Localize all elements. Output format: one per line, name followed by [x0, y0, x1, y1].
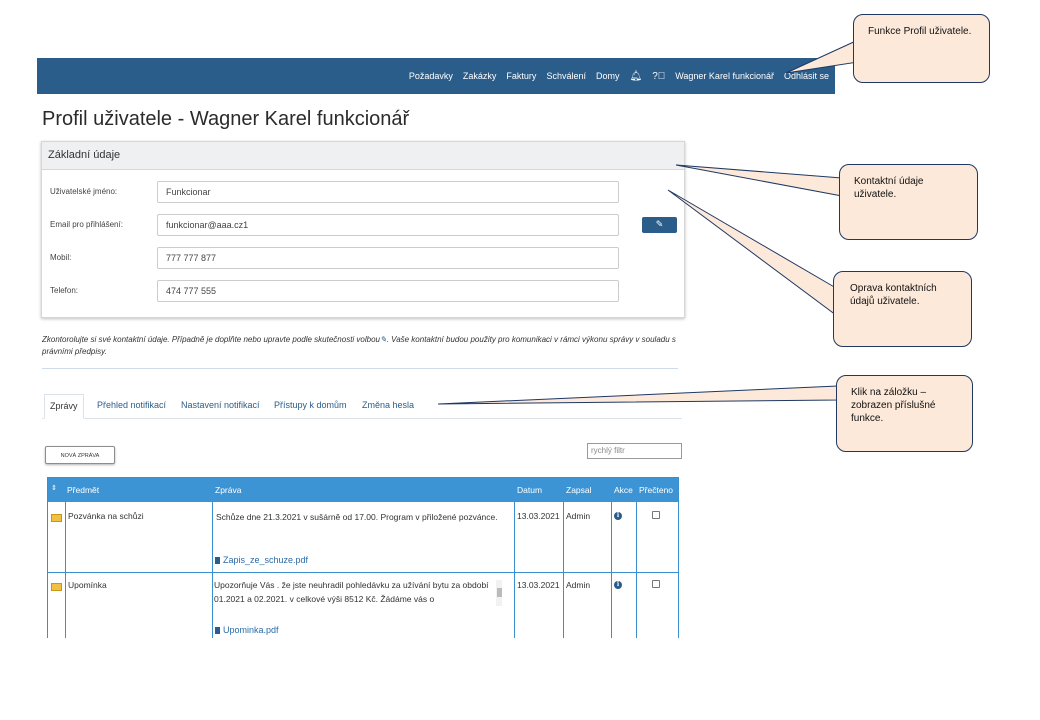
row-message: Schůze dne 21.3.2021 v sušárně od 17.00.…	[216, 512, 498, 522]
scrollbar-thumb[interactable]	[497, 588, 502, 597]
tab-zmena-hesla[interactable]: Změna hesla	[362, 394, 414, 417]
tab-nastaveni-notifikaci[interactable]: Nastavení notifikací	[181, 394, 260, 417]
attachment-link[interactable]: Zapis_ze_schuze.pdf	[215, 555, 308, 565]
info-icon[interactable]: i	[614, 581, 622, 589]
panel-header: Základní údaje	[42, 142, 684, 170]
edit-contact-button[interactable]: ✎	[642, 217, 677, 233]
column-header-message[interactable]: Zpráva	[215, 485, 241, 495]
callout-profile: Funkce Profil uživatele.	[853, 14, 990, 83]
top-navbar: Požadavky Zakázky Faktury Schválení Domy…	[37, 58, 835, 94]
envelope-icon	[51, 514, 62, 522]
attachment-link[interactable]: Upominka.pdf	[215, 625, 279, 635]
mobile-field[interactable]: 777 777 877	[157, 247, 619, 269]
basic-info-panel: Základní údaje Uživatelské jméno: Funkci…	[41, 141, 685, 318]
nav-item-schvaleni[interactable]: Schválení	[546, 71, 586, 81]
callout-pointer-edit	[667, 189, 841, 320]
table-row[interactable]: Pozvánka na schůzi Schůze dne 21.3.2021 …	[48, 502, 678, 572]
callout-contact: Kontaktní údaje uživatele.	[839, 164, 978, 240]
nav-item-zakazky[interactable]: Zakázky	[463, 71, 497, 81]
row-subject: Upomínka	[68, 580, 107, 590]
callout-edit: Oprava kontaktních údajů uživatele.	[833, 271, 972, 347]
nav-item-faktury[interactable]: Faktury	[506, 71, 536, 81]
pdf-icon	[215, 557, 220, 564]
column-header-subject[interactable]: Předmět	[67, 485, 99, 495]
phone-field[interactable]: 474 777 555	[157, 280, 619, 302]
help-icon[interactable]: ?⃝	[652, 71, 665, 82]
column-header-author[interactable]: Zapsal	[566, 485, 592, 495]
column-header-read[interactable]: Přečteno	[639, 485, 673, 495]
callout-pointer-contact	[675, 164, 843, 197]
column-header-date[interactable]: Datum	[517, 485, 542, 495]
attachment-name: Zapis_ze_schuze.pdf	[223, 555, 309, 565]
nav-item-domy[interactable]: Domy	[596, 71, 620, 81]
row-subject: Pozvánka na schůzi	[68, 511, 144, 521]
quick-filter-input[interactable]: rychlý filtr	[587, 443, 682, 459]
pencil-icon: ✎	[655, 220, 664, 230]
profile-tabs: Zprávy Přehled notifikací Nastavení noti…	[42, 394, 682, 419]
row-author: Admin	[566, 580, 591, 590]
page-title: Profil uživatele - Wagner Karel funkcion…	[42, 108, 410, 130]
table-header: ⇕ Předmět Zpráva Datum Zapsal Akce Přečt…	[48, 478, 678, 502]
messages-table: ⇕ Předmět Zpráva Datum Zapsal Akce Přečt…	[47, 477, 679, 638]
envelope-icon	[51, 583, 62, 591]
info-icon[interactable]: i	[614, 512, 622, 520]
new-message-button[interactable]: NOVÁ ZPRÁVA	[45, 446, 115, 464]
bell-icon[interactable]: 🔔︎	[629, 71, 642, 82]
read-checkbox[interactable]	[652, 580, 660, 588]
username-label: Uživatelské jméno:	[50, 187, 118, 196]
logout-link[interactable]: Odhlásit se	[784, 71, 829, 81]
phone-label: Telefon:	[50, 286, 79, 295]
panel-title: Základní údaje	[48, 149, 121, 161]
divider	[42, 368, 678, 369]
pencil-icon: ✎	[380, 335, 387, 344]
tab-zpravy[interactable]: Zprávy	[44, 394, 84, 419]
row-date: 13.03.2021	[517, 580, 560, 590]
nav-menu: Požadavky Zakázky Faktury Schválení Domy…	[409, 58, 829, 94]
column-header-action: Akce	[614, 485, 633, 495]
tab-pristupy-k-domum[interactable]: Přístupy k domům	[274, 394, 347, 417]
info-text-start: Zkontorolujte si své kontaktní údaje. Př…	[42, 335, 380, 344]
username-field[interactable]: Funkcionar	[157, 181, 619, 203]
nav-item-pozadavky[interactable]: Požadavky	[409, 71, 453, 81]
attachment-name: Upominka.pdf	[223, 625, 279, 635]
sort-icon[interactable]: ⇕	[51, 484, 57, 492]
email-field[interactable]: funkcionar@aaa.cz1	[157, 214, 619, 236]
mobile-label: Mobil:	[50, 253, 72, 262]
row-date: 13.03.2021	[517, 511, 560, 521]
read-checkbox[interactable]	[652, 511, 660, 519]
row-message-scrollbox[interactable]: Upozorňuje Vás . že jste neuhradil pohle…	[214, 578, 504, 606]
row-author: Admin	[566, 511, 591, 521]
callout-tabs: Klik na záložku – zobrazen příslušné fun…	[836, 375, 973, 452]
pdf-icon	[215, 627, 220, 634]
contact-info-note: Zkontorolujte si své kontaktní údaje. Př…	[42, 334, 682, 358]
email-label: Email pro přihlášení:	[50, 220, 123, 229]
tab-prehled-notifikaci[interactable]: Přehled notifikací	[97, 394, 166, 417]
user-profile-link[interactable]: Wagner Karel funkcionář	[675, 71, 774, 81]
